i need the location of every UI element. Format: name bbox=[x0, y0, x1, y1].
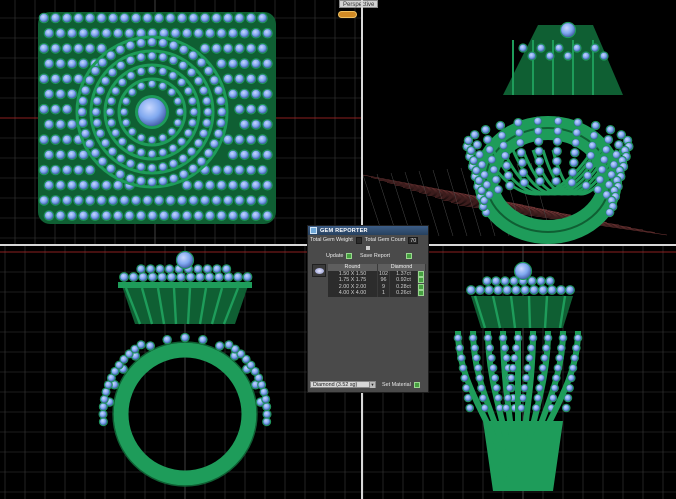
set-material-go-icon[interactable] bbox=[413, 381, 420, 388]
material-header: Diamond bbox=[378, 264, 426, 271]
gem-table-row[interactable]: 1.75 X 1.75 96 0.92ct bbox=[328, 277, 426, 284]
gem-carat-cell: 1.37ct bbox=[390, 270, 418, 278]
gem-reporter-titlebar[interactable]: GEM REPORTER bbox=[308, 226, 428, 235]
totals-row: Total Gem Weight Total Gem Count 70 bbox=[308, 235, 428, 245]
save-report-label: Save Report bbox=[360, 253, 390, 259]
viewport-zoom-button[interactable] bbox=[338, 11, 357, 18]
gem-size-cell: 1.50 X 1.50 bbox=[328, 270, 378, 278]
ring-top-view bbox=[38, 12, 276, 224]
gem-count-cell: 96 bbox=[378, 277, 390, 284]
gem-table: Round Diamond 1.50 X 1.50 102 1.37ct 1.75 X… bbox=[328, 264, 426, 297]
gem-row-select-icon[interactable] bbox=[418, 283, 424, 290]
update-label: Update bbox=[326, 253, 344, 259]
gem-size-cell: 2.00 X 2.00 bbox=[328, 283, 378, 291]
perspective-view-canvas bbox=[363, 21, 668, 244]
save-report-go-icon[interactable] bbox=[406, 253, 412, 259]
gem-count-cell: 102 bbox=[378, 270, 390, 278]
gem-shape-thumbnail bbox=[312, 264, 326, 277]
total-gem-weight-field bbox=[355, 236, 362, 244]
gem-carat-cell: 0.92ct bbox=[390, 277, 418, 284]
material-select[interactable]: Diamond (3.52 sg) ▼ bbox=[310, 381, 376, 388]
total-gem-weight-label: Total Gem Weight bbox=[310, 237, 353, 243]
gem-table-row[interactable]: 4.00 X 4.00 1 0.26ct bbox=[328, 290, 426, 297]
chevron-down-icon[interactable]: ▼ bbox=[369, 382, 375, 388]
gem-size-cell: 4.00 X 4.00 bbox=[328, 290, 378, 297]
collapse-icon[interactable] bbox=[366, 246, 370, 250]
update-go-icon[interactable] bbox=[346, 253, 353, 259]
save-report-button[interactable]: Save Report bbox=[360, 253, 412, 259]
gem-row-select-icon[interactable] bbox=[418, 277, 424, 284]
ring-perspective-view bbox=[462, 21, 634, 244]
viewport-top[interactable] bbox=[0, 0, 361, 244]
top-view-canvas bbox=[0, 0, 361, 244]
gem-reporter-panel: GEM REPORTER Total Gem Weight Total Gem … bbox=[307, 225, 429, 393]
set-material-label: Set Material bbox=[382, 381, 411, 388]
gem-table-row[interactable]: 2.00 X 2.00 9 0.28ct bbox=[328, 283, 426, 291]
gem-count-cell: 9 bbox=[378, 283, 390, 291]
gem-reporter-title: GEM REPORTER bbox=[320, 227, 368, 234]
gem-carat-cell: 0.28ct bbox=[390, 283, 418, 291]
total-gem-count-field: 70 bbox=[408, 236, 419, 244]
perspective-view-label[interactable]: Perspective bbox=[339, 0, 379, 8]
gem-row-select-icon[interactable] bbox=[418, 270, 424, 277]
round-gem-icon bbox=[315, 268, 324, 274]
gem-count-cell: 1 bbox=[378, 290, 390, 297]
gem-reporter-logo-icon bbox=[310, 227, 317, 234]
actions-row: Update Save Report bbox=[308, 251, 428, 261]
material-select-value: Diamond (3.52 sg) bbox=[313, 382, 358, 388]
gem-carat-cell: 0.26ct bbox=[390, 290, 418, 297]
total-gem-count-label: Total Gem Count bbox=[364, 237, 406, 243]
gem-table-header: Round Diamond bbox=[328, 264, 426, 271]
material-row: Diamond (3.52 sg) ▼ Set Material bbox=[310, 381, 428, 388]
shape-header: Round bbox=[328, 264, 378, 271]
update-button[interactable]: Update bbox=[326, 253, 353, 259]
gem-table-body: 1.50 X 1.50 102 1.37ct 1.75 X 1.75 96 0.92ct 2… bbox=[328, 270, 426, 297]
gem-table-row[interactable]: 1.50 X 1.50 102 1.37ct bbox=[328, 270, 426, 278]
gem-row-select-icon[interactable] bbox=[418, 290, 424, 297]
viewport-perspective[interactable] bbox=[363, 0, 676, 244]
gem-size-cell: 1.75 X 1.75 bbox=[328, 277, 378, 284]
